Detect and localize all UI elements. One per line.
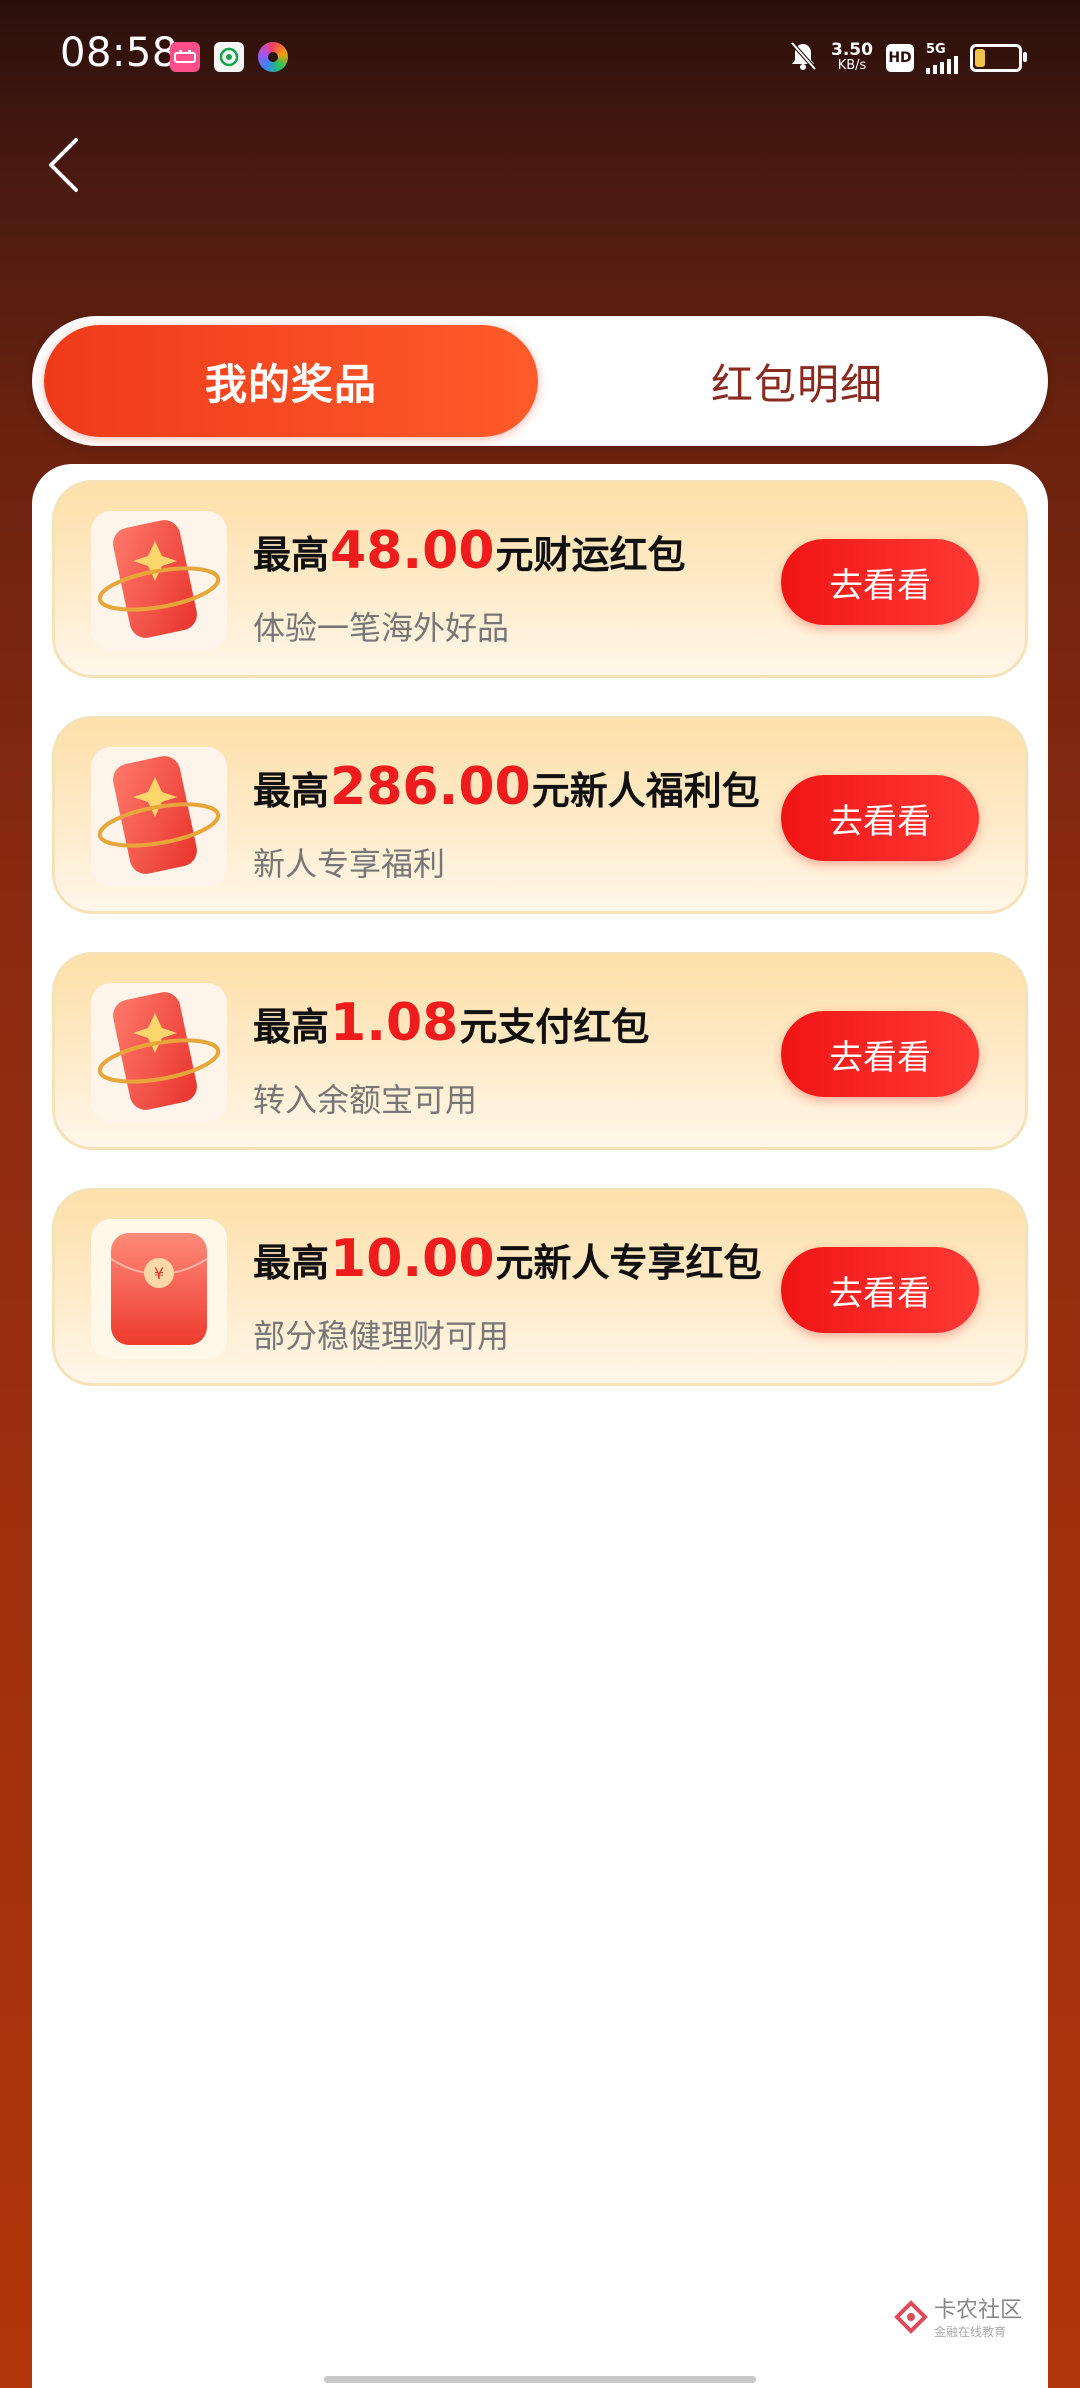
red-envelope-yuan-icon: ¥ [91, 1219, 227, 1359]
watermark-main: 卡农社区 [933, 2298, 1022, 2323]
watermark: 卡农社区 金融在线教育 [894, 2300, 1022, 2338]
prize-suffix: 元支付红包 [459, 1005, 650, 1049]
prize-suffix: 元新人福利包 [531, 769, 760, 813]
prize-card: ¥ 最高 10.00 元新人专享红包 部分稳健理财可用 去看看 [52, 1188, 1028, 1386]
svg-text:¥: ¥ [154, 1264, 164, 1283]
green-app-icon [214, 42, 244, 72]
prize-prefix: 最高 [253, 769, 330, 813]
status-bar: 08:58 3.50 KB/s HD 5G [0, 0, 1080, 120]
prize-amount: 1.08 [330, 993, 459, 1053]
network-type: 5G [926, 41, 946, 57]
prize-subtitle: 新人专享福利 [253, 845, 446, 883]
kanong-logo-icon [894, 2300, 928, 2338]
prize-title: 最高 1.08 元支付红包 [253, 993, 649, 1053]
battery-icon [970, 44, 1027, 72]
prize-card: 最高 286.00 元新人福利包 新人专享福利 去看看 [52, 716, 1028, 914]
speed-unit: KB/s [837, 58, 867, 73]
tab-red-packet-details[interactable]: 红包明细 [562, 325, 1032, 437]
pink-app-icon [170, 42, 200, 72]
red-envelope-star-icon [91, 511, 227, 651]
status-right-icons: 3.50 KB/s HD 5G [788, 40, 1027, 76]
red-envelope-star-icon [91, 747, 227, 887]
status-left-icons [170, 42, 288, 72]
prize-amount: 48.00 [330, 521, 495, 581]
battery-level [975, 49, 985, 67]
status-time: 08:58 [60, 30, 178, 76]
prize-card: 最高 48.00 元财运红包 体验一笔海外好品 去看看 [52, 480, 1028, 678]
tab-my-prizes[interactable]: 我的奖品 [44, 325, 538, 437]
network-speed: 3.50 KB/s [830, 42, 874, 74]
watermark-text: 卡农社区 金融在线教育 [933, 2298, 1022, 2339]
prize-subtitle: 部分稳健理财可用 [253, 1317, 510, 1355]
go-see-button[interactable]: 去看看 [781, 1247, 979, 1333]
prize-title: 最高 10.00 元新人专享红包 [253, 1229, 762, 1289]
prize-prefix: 最高 [253, 1241, 330, 1285]
prize-list-panel: 最高 48.00 元财运红包 体验一笔海外好品 去看看 最高 286.00 元新人福利包… [32, 464, 1048, 2388]
multicolor-app-icon [258, 42, 288, 72]
prize-subtitle: 转入余额宝可用 [253, 1081, 478, 1119]
prize-suffix: 元财运红包 [495, 533, 686, 577]
prize-prefix: 最高 [253, 1005, 330, 1049]
go-see-button[interactable]: 去看看 [781, 775, 979, 861]
prize-card: 最高 1.08 元支付红包 转入余额宝可用 去看看 [52, 952, 1028, 1150]
bell-muted-icon [788, 40, 818, 76]
prize-suffix: 元新人专享红包 [495, 1241, 762, 1285]
signal-group: 5G [926, 43, 958, 74]
signal-icon [926, 55, 958, 74]
speed-value: 3.50 [831, 40, 873, 60]
tab-switch: 我的奖品 红包明细 [32, 316, 1048, 446]
prize-prefix: 最高 [253, 533, 330, 577]
chevron-left-icon[interactable] [38, 138, 88, 192]
prize-title: 最高 48.00 元财运红包 [253, 521, 686, 581]
red-envelope-star-icon [91, 983, 227, 1123]
home-indicator[interactable] [324, 2376, 756, 2383]
prize-title: 最高 286.00 元新人福利包 [253, 757, 760, 817]
hd-badge: HD [886, 44, 914, 72]
go-see-button[interactable]: 去看看 [781, 539, 979, 625]
prize-amount: 286.00 [330, 757, 531, 817]
go-see-button[interactable]: 去看看 [781, 1011, 979, 1097]
prize-amount: 10.00 [330, 1229, 495, 1289]
prize-subtitle: 体验一笔海外好品 [253, 609, 510, 647]
watermark-sub: 金融在线教育 [933, 2325, 1006, 2339]
